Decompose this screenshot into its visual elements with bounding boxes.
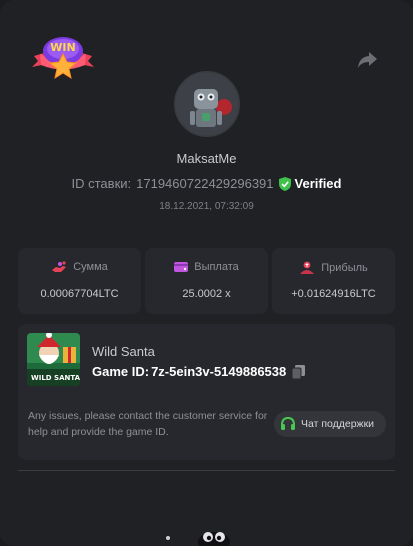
stat-payout: Выплата 25.0002 x [145, 248, 268, 314]
bet-datetime: 18.12.2021, 07:32:09 [159, 201, 254, 212]
stat-payout-value: 25.0002 x [182, 288, 231, 300]
game-name: Wild Santa [92, 344, 155, 359]
divider [18, 470, 395, 471]
bet-id-label: ID ставки: [71, 176, 132, 191]
verified-badge: Verified [278, 176, 342, 191]
stat-profit: Прибыль +0.01624916LTC [272, 248, 395, 314]
stat-profit-value: +0.01624916LTC [291, 288, 376, 300]
username: MaksatMe [176, 151, 237, 166]
game-thumbnail[interactable]: WILD SANTA [27, 333, 80, 386]
stat-amount: Сумма 0.00067704LTC [18, 248, 141, 314]
shield-check-icon [278, 176, 291, 191]
win-badge-icon: WIN [32, 37, 94, 80]
bet-details-panel: WIN MaksatMe ID ставки: 1719460722429296… [0, 0, 413, 546]
robot-avatar-icon [176, 73, 238, 135]
avatar [174, 71, 240, 137]
copy-icon[interactable] [292, 364, 306, 379]
share-icon[interactable] [356, 50, 378, 70]
game-id-label: Game ID: [92, 364, 150, 379]
svg-text:WIN: WIN [50, 41, 75, 54]
mascot-eyes-icon [198, 532, 230, 546]
game-card: WILD SANTA Wild Santa Game ID: 7z-5ein3v-… [18, 324, 395, 460]
support-chat-button[interactable]: Чат поддержки [274, 411, 386, 437]
support-chat-label: Чат поддержки [301, 418, 375, 430]
game-id-row: Game ID: 7z-5ein3v-5149886538 [92, 364, 306, 379]
wallet-icon [174, 262, 189, 272]
wild-santa-thumbnail-icon: WILD SANTA [27, 333, 80, 386]
stat-amount-value: 0.00067704LTC [40, 288, 119, 300]
hand-coins-icon [52, 261, 67, 272]
profit-user-icon [300, 261, 315, 274]
headset-icon [281, 416, 295, 430]
pagination-dot [166, 536, 170, 540]
stat-amount-label: Сумма [73, 261, 108, 273]
stat-payout-label: Выплата [194, 261, 239, 273]
game-id-value: 7z-5ein3v-5149886538 [151, 364, 287, 379]
support-info-text: Any issues, please contact the customer … [28, 410, 268, 438]
svg-text:WILD SANTA: WILD SANTA [31, 374, 80, 382]
stat-profit-label: Прибыль [321, 261, 368, 274]
bet-id-value: 1719460722429296391 [136, 176, 274, 191]
verified-label: Verified [294, 176, 342, 191]
bet-id-line: ID ставки: 1719460722429296391 Verified [0, 176, 413, 191]
